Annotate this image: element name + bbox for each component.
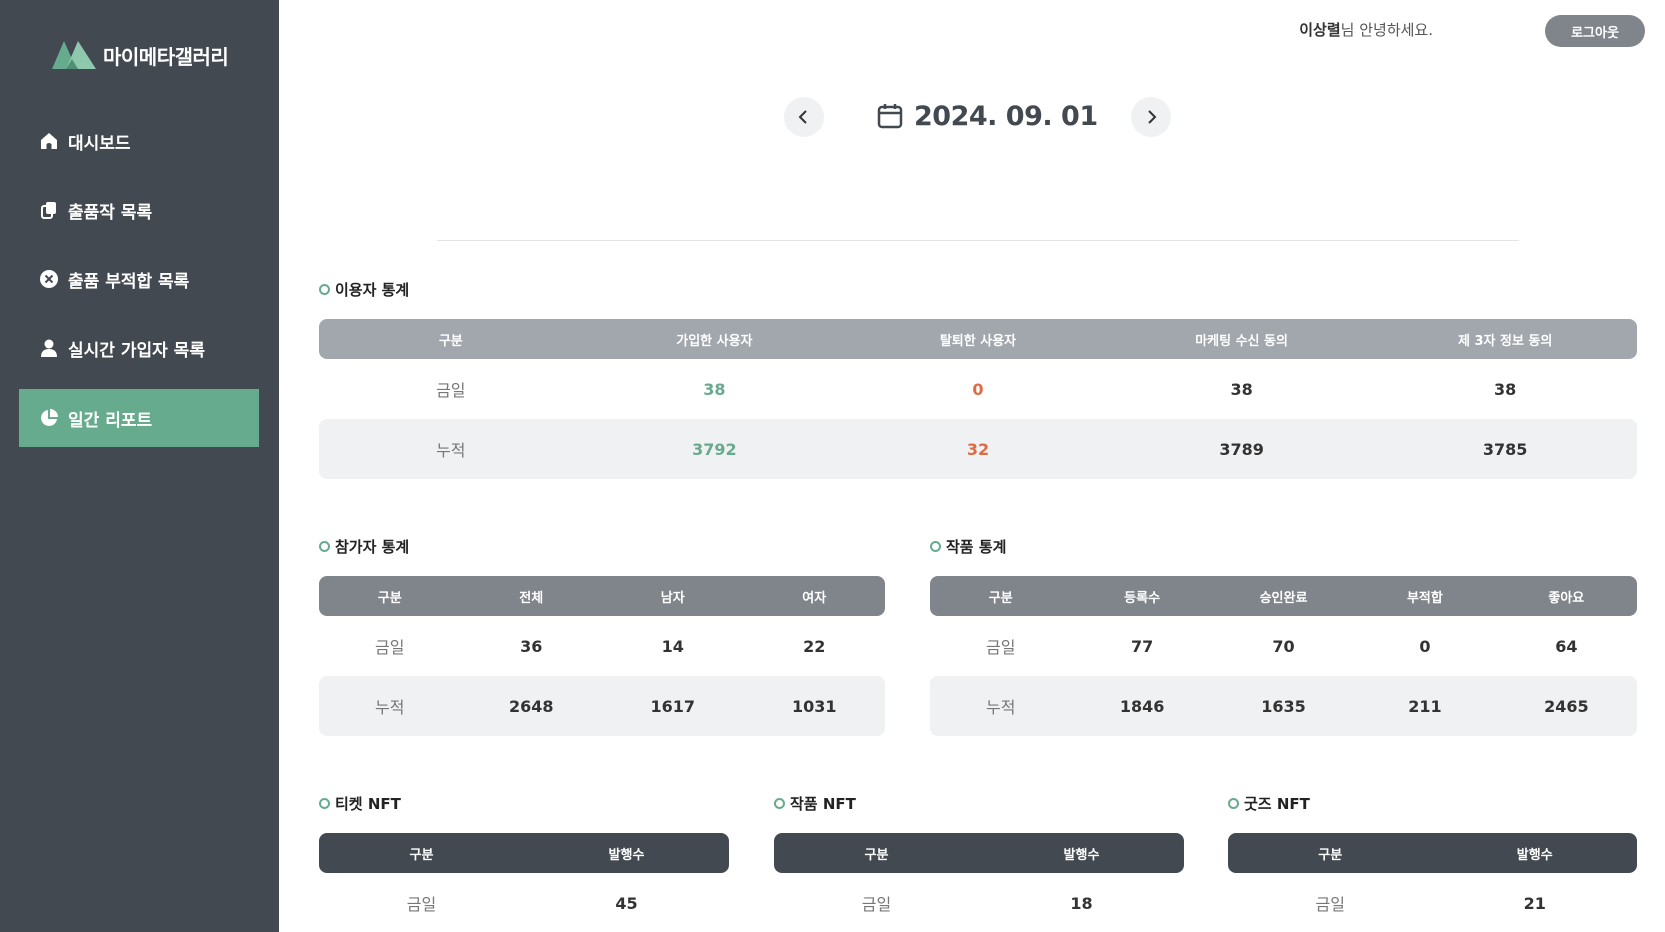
ticket-nft-table: 구분 발행수 금일 45 (319, 833, 729, 932)
table-header: 구분 발행수 (774, 833, 1184, 873)
table-row: 금일 36 14 22 (375, 636, 826, 658)
goods-nft-table: 구분 발행수 금일 21 (1228, 833, 1637, 932)
date-display: 2024. 09. 01 (876, 96, 1098, 136)
user-stats-table: 구분 가입한 사용자 탈퇴한 사용자 마케팅 수신 동의 제 3자 정보 동의 … (319, 319, 1637, 479)
artwork-nft-table: 구분 발행수 금일 18 (774, 833, 1184, 932)
table-row: 금일 18 (861, 893, 1093, 915)
sidebar-item-entries[interactable]: 출품작 목록 (19, 181, 259, 239)
bullet-icon (319, 284, 330, 295)
table-row: 금일 21 (1315, 893, 1546, 915)
sidebar-item-label: 일간 리포트 (68, 410, 153, 431)
section-title-goods-nft: 굿즈 NFT (1228, 793, 1310, 814)
sidebar-item-daily-report[interactable]: 일간 리포트 (19, 389, 259, 447)
sidebar-item-label: 대시보드 (68, 133, 131, 154)
table-row: 금일 38 0 38 38 (436, 379, 1517, 401)
copy-icon (39, 200, 59, 220)
chevron-right-icon (1148, 110, 1157, 124)
app: 마이메타갤러리 대시보드 출품작 목록 출품 부적합 목록 실시간 가입자 목록 (0, 0, 1665, 932)
sidebar-item-label: 실시간 가입자 목록 (68, 340, 205, 361)
logo-text: 마이메타갤러리 (103, 44, 229, 69)
table-row: 누적 3792 32 3789 3785 (319, 419, 1637, 479)
calendar-icon (877, 104, 903, 129)
section-title-artwork-stats: 작품 통계 (930, 536, 1006, 557)
sidebar-item-signups[interactable]: 실시간 가입자 목록 (19, 319, 259, 377)
table-row: 금일 77 70 0 64 (985, 636, 1578, 658)
home-icon (39, 131, 59, 151)
greeting-suffix: 님 안녕하세요. (1340, 21, 1433, 39)
sidebar-item-label: 출품 부적합 목록 (68, 271, 190, 292)
sidebar-item-dashboard[interactable]: 대시보드 (19, 112, 259, 170)
logo[interactable]: 마이메타갤러리 (52, 40, 229, 70)
logout-button[interactable]: 로그아웃 (1545, 15, 1645, 47)
participant-stats-table: 구분 전체 남자 여자 금일 36 14 22 누적 2648 1617 103… (319, 576, 885, 736)
chevron-left-icon (798, 110, 807, 124)
table-header: 구분 등록수 승인완료 부적합 좋아요 (930, 576, 1637, 616)
table-header: 구분 발행수 (1228, 833, 1637, 873)
divider (437, 240, 1519, 241)
current-date: 2024. 09. 01 (914, 100, 1098, 132)
table-header: 구분 발행수 (319, 833, 729, 873)
bullet-icon (319, 541, 330, 552)
bullet-icon (1228, 798, 1239, 809)
sidebar: 마이메타갤러리 대시보드 출품작 목록 출품 부적합 목록 실시간 가입자 목록 (0, 0, 279, 932)
greeting: 이상렬님 안녕하세요. (1299, 20, 1433, 40)
prev-date-button[interactable] (784, 97, 824, 137)
section-title-artwork-nft: 작품 NFT (774, 793, 856, 814)
bullet-icon (774, 798, 785, 809)
section-title-participant-stats: 참가자 통계 (319, 536, 409, 557)
section-title-user-stats: 이용자 통계 (319, 279, 409, 300)
section-title-ticket-nft: 티켓 NFT (319, 793, 401, 814)
close-circle-icon (39, 269, 59, 289)
artwork-stats-table: 구분 등록수 승인완료 부적합 좋아요 금일 77 70 0 64 누적 184… (930, 576, 1637, 736)
table-row: 누적 2648 1617 1031 (319, 676, 885, 736)
user-icon (39, 338, 59, 358)
bullet-icon (319, 798, 330, 809)
bullet-icon (930, 541, 941, 552)
table-header: 구분 가입한 사용자 탈퇴한 사용자 마케팅 수신 동의 제 3자 정보 동의 (319, 319, 1637, 359)
logo-mark-icon (52, 41, 96, 69)
user-name: 이상렬 (1299, 21, 1341, 39)
table-header: 구분 전체 남자 여자 (319, 576, 885, 616)
sidebar-item-label: 출품작 목록 (68, 202, 153, 223)
table-row: 누적 1846 1635 211 2465 (930, 676, 1637, 736)
table-row: 금일 45 (406, 893, 638, 915)
next-date-button[interactable] (1131, 97, 1171, 137)
sidebar-item-rejected[interactable]: 출품 부적합 목록 (19, 250, 259, 308)
pie-chart-icon (39, 408, 59, 428)
